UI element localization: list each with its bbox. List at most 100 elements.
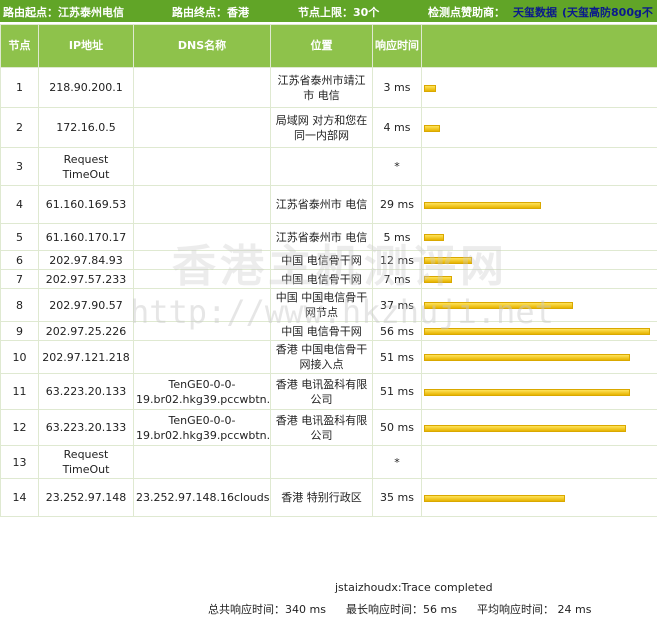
total-response-time: 总共响应时间：340 ms: [208, 601, 326, 617]
trace-status-text: jstaizhoudx:Trace completed: [335, 581, 493, 594]
dns-name-cell: [134, 186, 271, 224]
route-end-label: 路由终点：香港: [172, 4, 249, 20]
column-header-ip: IP地址: [39, 25, 134, 68]
table-row: 1218.90.200.1江苏省泰州市靖江市 电信3 ms: [1, 68, 657, 108]
location-cell: 中国 电信骨干网: [271, 322, 373, 341]
dns-name-cell: [134, 289, 271, 322]
trace-status-line: jstaizhoudx:Trace completed: [0, 579, 657, 596]
response-time-bar: [424, 495, 565, 502]
location-cell: 香港 中国电信骨干网接入点: [271, 341, 373, 374]
table-row: 2172.16.0.5局域网 对方和您在同一内部网4 ms: [1, 108, 657, 148]
location-cell: [271, 148, 373, 186]
dns-name-cell: [134, 251, 271, 270]
response-bar-cell: [422, 374, 657, 410]
response-time-cell: 51 ms: [373, 341, 422, 374]
response-bar-cell: [422, 270, 657, 289]
response-bar-cell: [422, 148, 657, 186]
response-bar-cell: [422, 410, 657, 446]
hop-number-cell: 2: [1, 108, 39, 148]
hop-number-cell: 11: [1, 374, 39, 410]
dns-name-cell: 23.252.97.148.16clouds.com: [134, 479, 271, 517]
trace-header-bar: 路由起点：江苏泰州电信 路由终点：香港 节点上限：30个 检测点赞助商： 天玺数…: [0, 0, 657, 22]
hop-number-cell: 3: [1, 148, 39, 186]
response-time-bar: [424, 202, 541, 209]
response-bar-cell: [422, 446, 657, 479]
ip-address-cell: 202.97.57.233: [39, 270, 134, 289]
location-cell: 香港 电讯盈科有限公司: [271, 410, 373, 446]
response-bar-cell: [422, 322, 657, 341]
response-time-cell: 29 ms: [373, 186, 422, 224]
column-header-graph: [422, 25, 657, 68]
table-row: 3Request TimeOut*: [1, 148, 657, 186]
location-cell: 中国 电信骨干网: [271, 251, 373, 270]
response-bar-cell: [422, 108, 657, 148]
location-cell: [271, 446, 373, 479]
ip-address-cell: 202.97.84.93: [39, 251, 134, 270]
table-row: 1423.252.97.14823.252.97.148.16clouds.co…: [1, 479, 657, 517]
dns-name-cell: [134, 68, 271, 108]
dns-name-cell: [134, 224, 271, 251]
location-cell: 中国 电信骨干网: [271, 270, 373, 289]
response-time-bar: [424, 302, 573, 309]
response-bar-cell: [422, 224, 657, 251]
response-time-cell: 3 ms: [373, 68, 422, 108]
dns-name-cell: [134, 446, 271, 479]
hop-number-cell: 5: [1, 224, 39, 251]
response-time-cell: 56 ms: [373, 322, 422, 341]
hop-number-cell: 1: [1, 68, 39, 108]
response-bar-cell: [422, 479, 657, 517]
response-bar-cell: [422, 186, 657, 224]
table-row: 9202.97.25.226 中国 电信骨干网56 ms: [1, 322, 657, 341]
response-bar-cell: [422, 289, 657, 322]
table-row: 461.160.169.53江苏省泰州市 电信29 ms: [1, 186, 657, 224]
location-cell: 香港 电讯盈科有限公司: [271, 374, 373, 410]
response-time-bar: [424, 257, 472, 264]
ip-address-cell: 61.160.170.17: [39, 224, 134, 251]
dns-name-cell: [134, 108, 271, 148]
traceroute-table: 节点 IP地址 DNS名称 位置 响应时间 1218.90.200.1江苏省泰州…: [0, 24, 657, 517]
sponsor-extra-text: (天玺高防800g不: [562, 4, 653, 20]
ip-address-cell: 202.97.90.57: [39, 289, 134, 322]
ip-address-cell: 202.97.25.226: [39, 322, 134, 341]
response-time-bar: [424, 425, 626, 432]
response-bar-cell: [422, 68, 657, 108]
location-cell: 香港 特别行政区: [271, 479, 373, 517]
table-row: 1263.223.20.133TenGE0-0-0-19.br02.hkg39.…: [1, 410, 657, 446]
ip-address-cell: 172.16.0.5: [39, 108, 134, 148]
route-start-label: 路由起点：江苏泰州电信: [3, 4, 124, 20]
response-time-cell: 37 ms: [373, 289, 422, 322]
location-cell: 中国 中国电信骨干网节点: [271, 289, 373, 322]
node-limit-label: 节点上限：30个: [298, 4, 379, 20]
dns-name-cell: TenGE0-0-0-19.br02.hkg39.pccwbtn.net: [134, 410, 271, 446]
longest-response-time: 最长响应时间：56 ms: [346, 601, 457, 617]
response-time-cell: 4 ms: [373, 108, 422, 148]
response-bar-cell: [422, 341, 657, 374]
ip-address-cell: 202.97.121.218: [39, 341, 134, 374]
table-row: 561.160.170.17 江苏省泰州市 电信5 ms: [1, 224, 657, 251]
ip-address-cell: 61.160.169.53: [39, 186, 134, 224]
response-time-bar: [424, 354, 630, 361]
hop-number-cell: 9: [1, 322, 39, 341]
sponsor-link[interactable]: 天玺数据: [513, 4, 557, 20]
location-cell: 江苏省泰州市靖江市 电信: [271, 68, 373, 108]
response-time-cell: 5 ms: [373, 224, 422, 251]
response-time-bar: [424, 328, 650, 335]
dns-name-cell: [134, 270, 271, 289]
hop-number-cell: 7: [1, 270, 39, 289]
response-time-cell: *: [373, 446, 422, 479]
response-time-bar: [424, 234, 444, 241]
table-row: 10202.97.121.218 香港 中国电信骨干网接入点51 ms: [1, 341, 657, 374]
location-cell: 江苏省泰州市 电信: [271, 224, 373, 251]
ip-address-cell: 63.223.20.133: [39, 410, 134, 446]
ip-address-cell: Request TimeOut: [39, 148, 134, 186]
dns-name-cell: [134, 148, 271, 186]
table-row: 13Request TimeOut*: [1, 446, 657, 479]
table-row: 6202.97.84.93中国 电信骨干网12 ms: [1, 251, 657, 270]
hop-number-cell: 10: [1, 341, 39, 374]
traceroute-rows: 1218.90.200.1江苏省泰州市靖江市 电信3 ms2172.16.0.5…: [1, 68, 657, 517]
response-time-bar: [424, 85, 436, 92]
column-header-node: 节点: [1, 25, 39, 68]
table-header-row: 节点 IP地址 DNS名称 位置 响应时间: [1, 25, 657, 68]
response-time-cell: 7 ms: [373, 270, 422, 289]
column-header-dns: DNS名称: [134, 25, 271, 68]
